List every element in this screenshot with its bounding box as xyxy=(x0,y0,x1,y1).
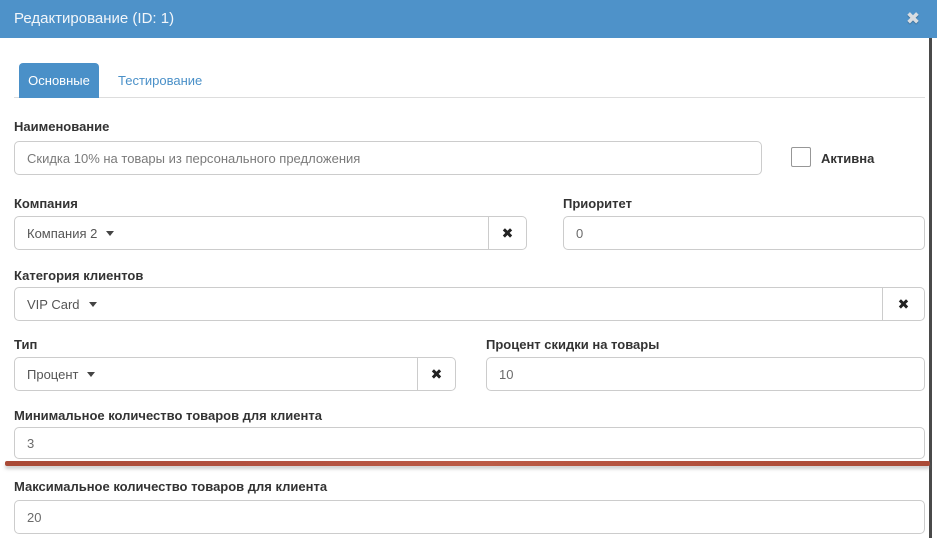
max-items-label: Максимальное количество товаров для клие… xyxy=(14,479,327,494)
type-label: Тип xyxy=(14,337,37,352)
company-selected-value: Компания 2 xyxy=(27,226,97,241)
clear-icon: ✖ xyxy=(898,296,910,313)
clear-icon: ✖ xyxy=(502,225,514,242)
active-checkbox-label: Активна xyxy=(821,151,874,166)
min-items-label: Минимальное количество товаров для клиен… xyxy=(14,408,322,423)
discount-percent-label: Процент скидки на товары xyxy=(486,337,659,352)
priority-label: Приоритет xyxy=(563,196,632,211)
discount-percent-input[interactable] xyxy=(486,357,925,391)
company-select-group: Компания 2 ✖ xyxy=(14,216,527,250)
name-input[interactable] xyxy=(14,141,762,175)
close-icon[interactable]: ✖ xyxy=(899,0,927,38)
tab-testing[interactable]: Тестирование xyxy=(118,63,202,98)
dialog-header: Редактирование (ID: 1) ✖ xyxy=(0,0,937,38)
chevron-down-icon xyxy=(89,302,97,307)
type-select[interactable]: Процент xyxy=(15,358,417,390)
edit-dialog: Редактирование (ID: 1) ✖ Основные Тестир… xyxy=(0,0,937,538)
min-items-input[interactable] xyxy=(14,427,925,459)
type-clear-button[interactable]: ✖ xyxy=(417,358,455,390)
priority-input[interactable] xyxy=(563,216,925,250)
client-category-label: Категория клиентов xyxy=(14,268,143,283)
client-category-clear-button[interactable]: ✖ xyxy=(882,288,924,320)
annotation-underline xyxy=(5,461,930,466)
chevron-down-icon xyxy=(87,372,95,377)
max-items-input[interactable] xyxy=(14,500,925,534)
tab-main[interactable]: Основные xyxy=(19,63,99,98)
client-category-select-group: VIP Card ✖ xyxy=(14,287,925,321)
company-select[interactable]: Компания 2 xyxy=(15,217,488,249)
clear-icon: ✖ xyxy=(431,366,443,383)
client-category-select[interactable]: VIP Card xyxy=(15,288,882,320)
client-category-selected-value: VIP Card xyxy=(27,297,80,312)
name-label: Наименование xyxy=(14,119,109,134)
company-label: Компания xyxy=(14,196,78,211)
dialog-title: Редактирование (ID: 1) xyxy=(14,0,174,38)
company-clear-button[interactable]: ✖ xyxy=(488,217,526,249)
active-checkbox[interactable] xyxy=(791,147,811,167)
chevron-down-icon xyxy=(106,231,114,236)
type-select-group: Процент ✖ xyxy=(14,357,456,391)
type-selected-value: Процент xyxy=(27,367,78,382)
